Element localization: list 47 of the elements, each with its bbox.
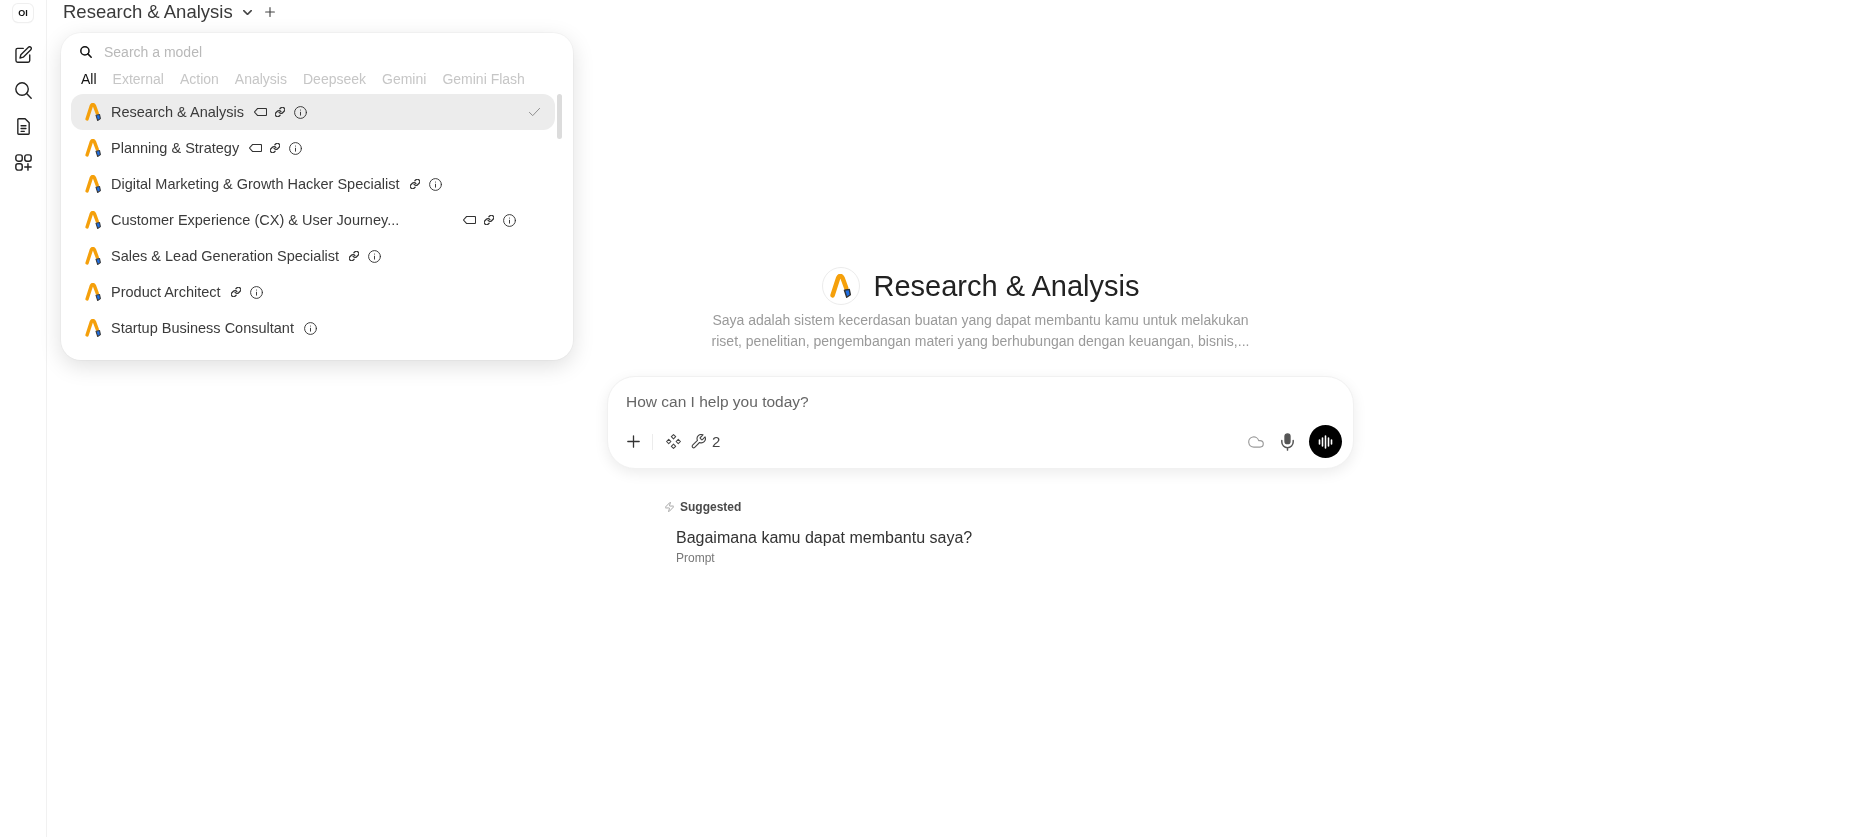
category-tab[interactable]: All (81, 69, 97, 89)
model-logo-icon (85, 175, 101, 193)
model-menu-item[interactable]: Product Architect (71, 274, 555, 310)
info-icon[interactable] (303, 321, 317, 335)
info-icon[interactable] (249, 285, 263, 299)
plus-icon[interactable] (627, 435, 640, 448)
suggestion-button[interactable]: Bagaimana kamu dapat membantu saya? Prompt (665, 528, 973, 566)
wrench-icon (691, 434, 706, 449)
assistant-description: Saya adalah sistem kecerdasan buatan yang dapat membantu kamu untuk melakukan riset, penelitian, pengembangan materi yang berhubungan dengan keuangan, bisnis,... (710, 311, 1251, 351)
microphone-icon[interactable] (1281, 432, 1294, 451)
scrollbar-thumb[interactable] (557, 94, 562, 139)
assistant-title: Research & Analysis (873, 269, 1140, 304)
model-menu-item[interactable]: Startup Business Consultant (71, 310, 555, 346)
chevron-down-icon (242, 9, 252, 15)
info-icon[interactable] (428, 177, 442, 191)
info-icon[interactable] (294, 105, 307, 119)
model-menu-item[interactable]: Research & Analysis (71, 94, 555, 130)
message-input[interactable]: How can I help you today? (626, 391, 1342, 413)
grid-plus-icon[interactable] (14, 153, 32, 171)
cloud-icon[interactable] (1248, 435, 1264, 448)
voice-mode-button[interactable] (1309, 425, 1342, 458)
model-menu-item[interactable]: Planning & Strategy (71, 130, 555, 166)
document-icon[interactable] (14, 117, 32, 135)
lightning-icon (665, 502, 674, 512)
search-icon (80, 46, 92, 58)
model-logo-icon (85, 139, 101, 157)
model-menu-item[interactable]: Customer Experience (CX) & User Journey... (71, 202, 555, 238)
model-menu-item[interactable]: Sales & Lead Generation Specialist (71, 238, 555, 274)
model-logo-icon (830, 274, 851, 298)
model-selector-button[interactable]: Research & Analysis (63, 0, 252, 24)
model-logo-icon (85, 247, 101, 265)
info-icon[interactable] (368, 249, 382, 263)
search-field[interactable]: Search a model (104, 42, 563, 62)
waveform-icon (1318, 434, 1333, 449)
info-icon[interactable] (503, 213, 516, 227)
model-logo-icon (85, 283, 101, 301)
search-icon[interactable] (14, 81, 32, 99)
info-icon[interactable] (289, 141, 303, 155)
model-logo-icon (85, 103, 101, 121)
app-logo[interactable]: OI (13, 4, 33, 22)
integrations-icon[interactable] (666, 434, 681, 449)
model-logo-icon (85, 319, 101, 337)
tools-button[interactable]: 2 (691, 433, 721, 450)
model-logo-icon (85, 211, 101, 229)
suggested-heading: Suggested (680, 500, 742, 514)
model-menu-item[interactable]: Digital Marketing & Growth Hacker Specialist (71, 166, 555, 202)
pencil-square-icon[interactable] (14, 45, 32, 63)
